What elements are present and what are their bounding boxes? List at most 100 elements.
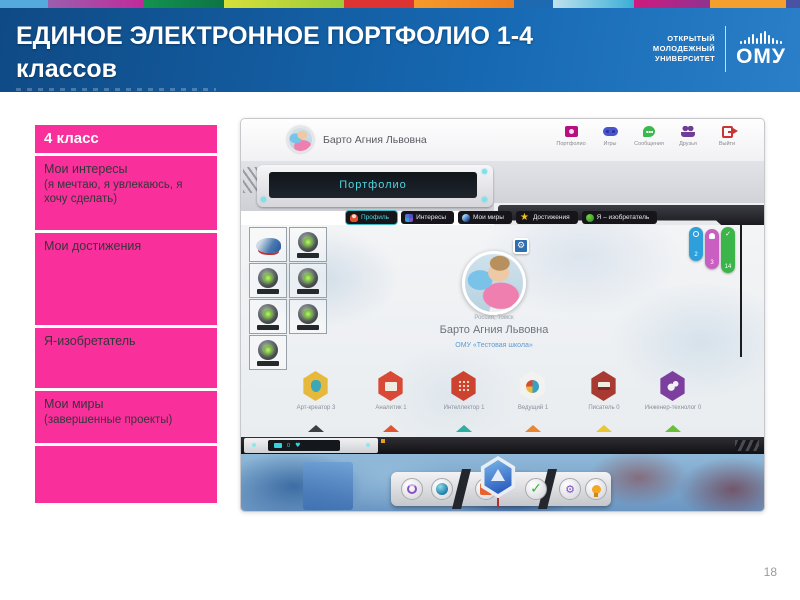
trophy-cell[interactable] [249, 299, 287, 334]
globe-trophy-icon [257, 304, 279, 330]
nav-item-games[interactable]: Игры [591, 125, 629, 147]
presenter-icon [526, 379, 539, 393]
trophy-cell[interactable] [289, 299, 327, 334]
badge-intellector[interactable] [451, 371, 476, 401]
status-led [252, 443, 256, 447]
tab-profile[interactable]: Профиль [346, 211, 398, 224]
user-name: Барто Агния Львовна [323, 134, 427, 146]
nav-item-messages[interactable]: Сообщения [630, 125, 668, 147]
side-pill-friends[interactable]: 3 [705, 229, 719, 269]
settings-gear-button[interactable]: ⚙ [513, 238, 529, 254]
tab-interests[interactable]: Интересы [401, 211, 454, 224]
art-creator-icon [310, 380, 321, 392]
badge-label: Арт-креатор 3 [296, 405, 336, 411]
star-icon: ★ [519, 211, 529, 223]
trophy-cell-sneaker[interactable] [249, 227, 287, 262]
pointer-triangle [596, 425, 612, 432]
trophy-cell[interactable] [289, 227, 327, 262]
omu-logo: ОТКРЫТЫЙ МОЛОДЕЖНЫЙ УНИВЕРСИТЕТ ОМУ [653, 26, 786, 72]
exit-icon [721, 125, 738, 138]
vent-stripes [735, 440, 759, 451]
swirl-icon [407, 484, 417, 494]
tab-worlds[interactable]: Мои миры [458, 211, 512, 224]
omu-brand-mark: ОМУ [736, 30, 786, 68]
pointer-triangle [525, 425, 541, 432]
equalizer-icon [739, 30, 783, 44]
console-button-gear[interactable]: ⚙ [559, 478, 581, 500]
inventor-icon [585, 213, 594, 222]
heart-icon: ♥ [295, 441, 301, 449]
tab-inventor[interactable]: Я – изобретатель [581, 211, 658, 224]
page-number: 18 [763, 565, 777, 579]
slide-header: ЕДИНОЕ ЭЛЕКТРОННОЕ ПОРТФОЛИО 1-4 классов… [0, 8, 800, 92]
writer-icon [597, 382, 610, 390]
sidebar-item-achievements: Мои достижения [35, 233, 217, 325]
emblem-stem [497, 498, 499, 507]
profile-location: Россия, Томск [474, 315, 514, 321]
tab-achievements[interactable]: ★ Достижения [515, 211, 578, 224]
console-button-swirl[interactable] [401, 478, 423, 500]
sidebar-item-interests: Мои интересы (я мечтаю, я увлекаюсь, я х… [35, 156, 217, 230]
side-pill-completed[interactable]: ✓ 14 [721, 227, 735, 273]
bottom-status-bar: 0 ♥ [241, 437, 764, 454]
badge-label: Инженер-технолог 0 [644, 405, 702, 411]
scrollbar[interactable] [740, 225, 742, 357]
mini-status-value: 0 [287, 442, 291, 449]
badge-analyst[interactable] [378, 371, 403, 401]
sidebar-item-empty [35, 446, 217, 503]
device-led [261, 197, 266, 202]
globe-trophy-icon [297, 304, 319, 330]
faded-subtitle-decoration [16, 88, 216, 91]
trophy-cell[interactable] [289, 263, 327, 298]
pointer-triangle [456, 425, 472, 432]
user-avatar [287, 126, 314, 153]
nav-item-friends[interactable]: Друзья [669, 125, 707, 147]
nav-item-portfolio[interactable]: Портфолио [552, 125, 590, 147]
console-button-check[interactable]: ✓ [525, 478, 547, 500]
console-notch [452, 469, 471, 509]
portfolio-icon [564, 126, 578, 137]
pointer-triangle [665, 425, 681, 432]
sneaker-trophy-icon [255, 238, 281, 253]
analyst-icon [384, 381, 397, 391]
gear-icon: ⚙ [565, 482, 575, 496]
globe-trophy-icon [297, 268, 319, 294]
mini-status-panel: 0 ♥ [244, 438, 378, 453]
console-button-globe[interactable] [431, 478, 453, 500]
console-button-bulb[interactable] [585, 478, 607, 500]
nav-item-logout[interactable]: Выйти [708, 125, 746, 147]
game-dock-section: ✓ ⚙ [241, 454, 764, 511]
person-icon [350, 213, 358, 222]
omu-org-name: ОТКРЫТЫЙ МОЛОДЕЖНЫЙ УНИВЕРСИТЕТ [652, 34, 716, 63]
trophy-cell[interactable] [249, 335, 287, 370]
mini-status-screen: 0 ♥ [268, 440, 340, 451]
trophy-cell[interactable] [249, 263, 287, 298]
slide-title-line1: ЕДИНОЕ ЭЛЕКТРОННОЕ ПОРТФОЛИО 1-4 [16, 22, 534, 50]
globe-trophy-icon [297, 232, 319, 258]
badge-writer[interactable] [591, 371, 616, 401]
badge-presenter[interactable] [520, 371, 545, 401]
friends-icon [681, 126, 695, 137]
badge-engineer[interactable] [660, 371, 685, 401]
badge-art-creator[interactable] [303, 371, 328, 401]
slide-title-line2: классов [16, 55, 118, 83]
chat-icon [643, 126, 655, 137]
check-icon: ✓ [725, 230, 731, 238]
portal-nav: Портфолио Игры Сообщения Друзья Выйти [552, 125, 746, 147]
side-pill-views[interactable]: 2 [689, 227, 703, 261]
profile-name: Барто Агния Львовна [439, 324, 549, 336]
bulb-icon [591, 484, 601, 497]
logo-divider [725, 26, 727, 72]
eye-icon [693, 231, 699, 237]
battery-icon [274, 443, 282, 448]
profile-content: ⚙ Россия, Томск Барто Агния Львовна ОМУ … [241, 225, 764, 437]
world-icon [462, 213, 470, 222]
profile-school: ОМУ «Тестовая школа» [455, 342, 533, 349]
badge-label: Аналитик 1 [375, 405, 407, 411]
stripe-decoration [243, 167, 257, 193]
grid-icon [405, 213, 414, 222]
portfolio-device: Портфолио [257, 165, 493, 207]
device-led [482, 197, 487, 202]
emblem-logo [484, 460, 512, 494]
globe-icon [436, 483, 448, 495]
